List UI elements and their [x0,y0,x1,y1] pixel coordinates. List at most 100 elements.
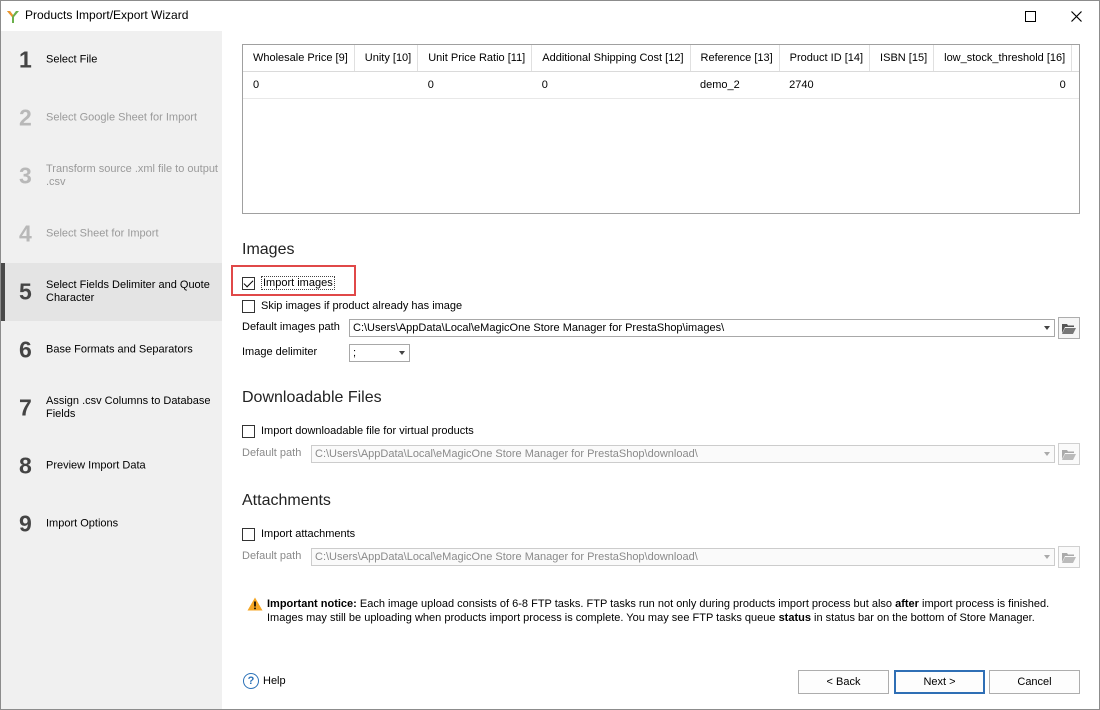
table-cell: 2740 [779,71,870,99]
wizard-window: Products Import/Export Wizard 1 Select F… [0,0,1100,710]
image-delimiter-value: ; [353,347,357,359]
image-delimiter-label: Image delimiter [242,346,318,358]
images-path-label: Default images path [242,321,340,333]
image-delimiter-select[interactable]: ; [349,344,410,362]
table-cell: 0 [933,71,1072,99]
table-cell: 0 [531,71,691,99]
notice-bold-after: after [895,598,919,610]
step-number: 8 [19,452,32,479]
column-header[interactable]: Additional Shipping Cost [12] [531,45,691,72]
warning-icon [247,597,263,611]
column-header[interactable]: Unit Price Ratio [11] [417,45,533,72]
wizard-steps-sidebar: 1 Select File 2 Select Google Sheet for … [1,31,222,709]
maximize-button[interactable] [1007,1,1053,31]
downloads-path-value: C:\Users\AppData\Local\eMagicOne Store M… [315,448,698,460]
attachments-browse-button[interactable] [1058,546,1080,568]
important-notice: Important notice: Each image upload cons… [247,597,1077,625]
table-row[interactable]: 0 0 0 demo_2 2740 0 [243,71,1079,99]
step-select-file[interactable]: 1 Select File [1,31,222,89]
table-cell [869,71,934,99]
chevron-down-icon [1044,452,1050,456]
images-browse-button[interactable] [1058,317,1080,339]
step-label: Import Options [46,517,119,530]
downloads-checkbox-row[interactable]: Import downloadable file for virtual pro… [242,423,474,439]
import-images-checkbox-row[interactable]: Import images [242,275,335,291]
cancel-label: Cancel [1017,676,1052,688]
table-cell: demo_2 [690,71,780,99]
column-header[interactable]: lo [1071,45,1079,72]
table-cell [354,71,418,99]
back-label: < Back [826,676,861,688]
attachments-section-title: Attachments [242,492,331,509]
table-cell: 0 [243,71,355,99]
images-path-value: C:\Users\AppData\Local\eMagicOne Store M… [353,322,725,334]
attachments-checkbox-row[interactable]: Import attachments [242,526,355,542]
help-label: Help [263,675,286,687]
step-import-options[interactable]: 9 Import Options [1,495,222,553]
downloads-path-label: Default path [242,447,302,459]
downloads-path-combo[interactable]: C:\Users\AppData\Local\eMagicOne Store M… [311,445,1055,463]
chevron-down-icon [1044,555,1050,559]
column-header[interactable]: Unity [10] [354,45,419,72]
import-downloadable-label[interactable]: Import downloadable file for virtual pro… [261,425,474,437]
import-attachments-checkbox[interactable] [242,527,255,541]
column-header[interactable]: Product ID [14] [779,45,871,72]
attachments-path-combo[interactable]: C:\Users\AppData\Local\eMagicOne Store M… [311,548,1055,566]
chevron-down-icon [399,351,405,355]
column-header[interactable]: ISBN [15] [869,45,935,72]
downloads-browse-button[interactable] [1058,443,1080,465]
step-label: Base Formats and Separators [46,343,193,356]
step-label: Assign .csv Columns to Database Fields [46,395,211,420]
help-icon: ? [243,673,259,689]
step-label: Preview Import Data [46,459,146,472]
step-preview-import[interactable]: 8 Preview Import Data [1,437,222,495]
column-header[interactable]: Wholesale Price [9] [243,45,355,72]
window-title: Products Import/Export Wizard [25,8,189,22]
step-number: 7 [19,394,32,421]
skip-images-label[interactable]: Skip images if product already has image [261,300,462,312]
images-path-combo[interactable]: C:\Users\AppData\Local\eMagicOne Store M… [349,319,1055,337]
import-downloadable-checkbox[interactable] [242,424,255,438]
folder-open-icon [1062,449,1076,460]
step-base-formats[interactable]: 6 Base Formats and Separators [1,321,222,379]
downloads-section-title: Downloadable Files [242,389,382,406]
step-select-sheet: 4 Select Sheet for Import [1,205,222,263]
cancel-button[interactable]: Cancel [989,670,1080,694]
grid-header-row: Wholesale Price [9] Unity [10] Unit Pric… [243,45,1079,72]
column-header[interactable]: Reference [13] [690,45,780,72]
notice-text-part: Each image upload consists of 6-8 FTP ta… [356,598,896,610]
step-select-google-sheet: 2 Select Google Sheet for Import [1,89,222,147]
chevron-down-icon [1044,326,1050,330]
table-cell: 0 [417,71,532,99]
skip-images-checkbox[interactable] [242,299,255,313]
folder-open-icon [1062,323,1076,334]
next-button[interactable]: Next > [894,670,985,694]
help-link[interactable]: ? Help [243,673,286,689]
import-images-checkbox[interactable] [242,276,255,290]
back-button[interactable]: < Back [798,670,889,694]
step-label: Select Sheet for Import [46,227,159,240]
next-label: Next > [923,676,956,688]
notice-bold-prefix: Important notice: [267,598,357,610]
step-number: 6 [19,336,32,363]
step-number: 1 [19,46,32,73]
close-button[interactable] [1053,1,1099,31]
step-label: Transform source .xml file to output .cs… [46,163,218,188]
maximize-icon [1024,10,1036,22]
step-number: 2 [19,104,32,131]
attachments-path-label: Default path [242,550,302,562]
step-fields-delimiter[interactable]: 5 Select Fields Delimiter and Quote Char… [1,263,222,321]
step-label: Select Fields Delimiter and Quote Charac… [46,279,210,304]
step-number: 9 [19,510,32,537]
step-number: 3 [19,162,32,189]
preview-grid[interactable]: Wholesale Price [9] Unity [10] Unit Pric… [242,44,1080,214]
column-header[interactable]: low_stock_threshold [16] [933,45,1073,72]
step-number: 5 [19,278,32,305]
import-attachments-label[interactable]: Import attachments [261,528,355,540]
step-assign-columns[interactable]: 7 Assign .csv Columns to Database Fields [1,379,222,437]
title-bar: Products Import/Export Wizard [1,1,1099,31]
notice-text-part: in status bar on the bottom of Store Man… [810,612,1035,624]
folder-open-icon [1062,552,1076,563]
skip-images-checkbox-row[interactable]: Skip images if product already has image [242,298,462,314]
import-images-label[interactable]: Import images [261,276,335,290]
